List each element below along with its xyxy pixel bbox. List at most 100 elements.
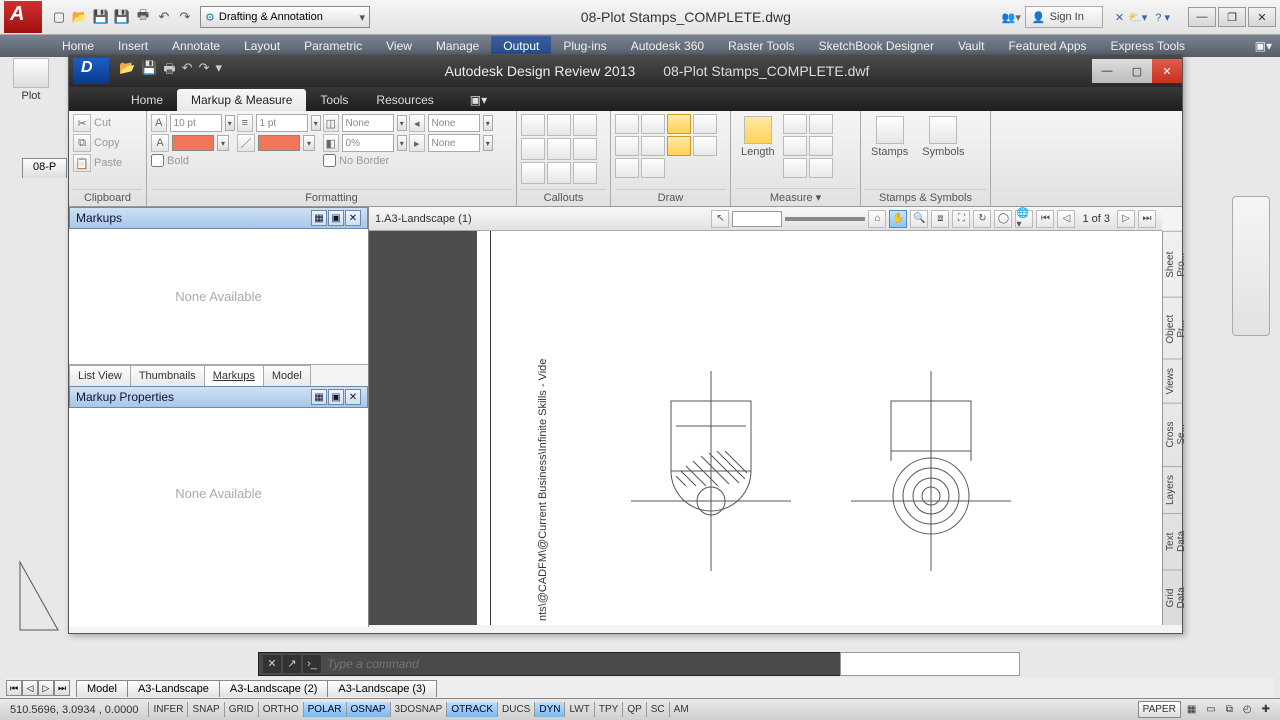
line-color-swatch[interactable] bbox=[258, 135, 300, 151]
saveas-icon[interactable]: 💾 bbox=[113, 8, 131, 26]
orbit-icon[interactable]: ◯ bbox=[994, 210, 1012, 228]
tab-sheet-props[interactable]: Sheet Pro... bbox=[1163, 231, 1182, 297]
toggle-sc[interactable]: SC bbox=[646, 702, 669, 717]
status-icon[interactable]: ▦ bbox=[1183, 702, 1200, 717]
help-icon[interactable]: ? ▾ bbox=[1155, 11, 1170, 24]
prev-page-icon[interactable]: ◁ bbox=[1057, 210, 1075, 228]
status-icon[interactable]: ◴ bbox=[1239, 702, 1256, 717]
tab-autodesk360[interactable]: Autodesk 360 bbox=[619, 36, 716, 56]
file-tab[interactable]: 08-P bbox=[22, 158, 67, 178]
status-icon[interactable]: ✚ bbox=[1258, 702, 1274, 717]
undo-icon[interactable]: ↶ bbox=[155, 8, 173, 26]
bold-checkbox[interactable] bbox=[151, 154, 164, 167]
stamps-button[interactable]: Stamps bbox=[865, 114, 914, 160]
app-logo[interactable] bbox=[4, 1, 42, 33]
cloud-icon[interactable]: ⛅▾ bbox=[1128, 11, 1147, 24]
tab-grid-data[interactable]: Grid Data bbox=[1163, 569, 1182, 625]
subtab-thumbnails[interactable]: Thumbnails bbox=[130, 365, 205, 386]
layout-next-icon[interactable]: ▷ bbox=[38, 680, 54, 696]
opacity-icon[interactable]: ◧ bbox=[323, 134, 339, 152]
tab-vault[interactable]: Vault bbox=[946, 36, 996, 56]
toggle-3dosnap[interactable]: 3DOSNAP bbox=[390, 702, 447, 717]
design-review-logo[interactable] bbox=[73, 58, 109, 84]
lineweight-combo[interactable]: 1 pt bbox=[256, 114, 308, 132]
redo-icon[interactable]: ↷ bbox=[176, 8, 194, 26]
toggle-otrack[interactable]: OTRACK bbox=[446, 702, 497, 717]
measure-tool[interactable] bbox=[809, 136, 833, 156]
arrow-end-icon[interactable]: ▸ bbox=[409, 134, 425, 152]
subtab-listview[interactable]: List View bbox=[69, 365, 131, 386]
search-icon[interactable]: 👥▾ bbox=[1002, 11, 1021, 24]
panel-opt-icon[interactable]: ▣ bbox=[328, 210, 344, 226]
last-page-icon[interactable]: ⏭ bbox=[1138, 210, 1156, 228]
restore-button[interactable]: ❐ bbox=[1218, 7, 1246, 27]
measure-tool[interactable] bbox=[809, 114, 833, 134]
print-icon[interactable]: 🖶 bbox=[134, 8, 152, 26]
toggle-osnap[interactable]: OSNAP bbox=[346, 702, 390, 717]
panel-close-icon[interactable]: ✕ bbox=[345, 389, 361, 405]
cmd-close-icon[interactable]: ✕ bbox=[263, 655, 281, 673]
copy-icon[interactable]: ⧉ bbox=[73, 134, 91, 152]
arrow-start-icon[interactable]: ◂ bbox=[409, 114, 425, 132]
cut-icon[interactable]: ✂ bbox=[73, 114, 91, 132]
linecolor-icon[interactable]: ／ bbox=[237, 134, 255, 152]
space-toggle[interactable]: PAPER bbox=[1138, 701, 1181, 718]
noborder-checkbox[interactable] bbox=[323, 154, 336, 167]
layout-tab-a3-2[interactable]: A3-Landscape (2) bbox=[219, 680, 328, 697]
fit-icon[interactable]: ⛶ bbox=[952, 210, 970, 228]
font-color-swatch[interactable] bbox=[172, 135, 214, 151]
new-icon[interactable]: ▢ bbox=[50, 8, 68, 26]
length-button[interactable]: Length bbox=[735, 114, 781, 160]
draw-highlight-tool[interactable] bbox=[667, 114, 691, 134]
symbols-button[interactable]: Symbols bbox=[916, 114, 970, 160]
fill-icon[interactable]: ◫ bbox=[323, 114, 339, 132]
toggle-qp[interactable]: QP bbox=[622, 702, 645, 717]
draw-arrow-tool[interactable] bbox=[615, 158, 639, 178]
tab-insert[interactable]: Insert bbox=[106, 36, 160, 56]
layout-tab-model[interactable]: Model bbox=[76, 680, 128, 697]
toggle-grid[interactable]: GRID bbox=[224, 702, 258, 717]
nav-bar[interactable] bbox=[1232, 196, 1270, 336]
pan-icon[interactable]: ✋ bbox=[889, 210, 907, 228]
dr-tab-tools[interactable]: Tools bbox=[306, 89, 362, 111]
callout-tool[interactable] bbox=[547, 114, 571, 136]
callout-tool[interactable] bbox=[573, 114, 597, 136]
arrowstart-combo[interactable]: None bbox=[428, 114, 480, 132]
callout-tool[interactable] bbox=[547, 162, 571, 184]
zoom-rect-icon[interactable]: ⧈ bbox=[931, 210, 949, 228]
layout-prev-icon[interactable]: ◁ bbox=[22, 680, 38, 696]
tab-text-data[interactable]: Text Data bbox=[1163, 513, 1182, 569]
callout-tool[interactable] bbox=[573, 138, 597, 160]
fill-combo[interactable]: None bbox=[342, 114, 394, 132]
toggle-lwt[interactable]: LWT bbox=[564, 702, 593, 717]
tab-home[interactable]: Home bbox=[50, 36, 106, 56]
toggle-polar[interactable]: POLAR bbox=[303, 702, 346, 717]
chevron-down-icon[interactable]: ▾ bbox=[483, 115, 493, 131]
measure-tool[interactable] bbox=[783, 158, 807, 178]
tab-sketchbook[interactable]: SketchBook Designer bbox=[807, 36, 946, 56]
draw-cloud-tool[interactable] bbox=[693, 114, 717, 134]
measure-tool[interactable] bbox=[783, 136, 807, 156]
dr-open-icon[interactable]: 📂 bbox=[119, 60, 135, 82]
draw-rect-tool[interactable] bbox=[641, 114, 665, 134]
opacity-combo[interactable]: 0% bbox=[342, 134, 394, 152]
chevron-down-icon[interactable]: ▾ bbox=[225, 115, 235, 131]
toggle-infer[interactable]: INFER bbox=[148, 702, 187, 717]
chevron-down-icon[interactable]: ▾ bbox=[311, 115, 321, 131]
fontsize-combo[interactable]: 10 pt bbox=[170, 114, 222, 132]
workspace-dropdown[interactable]: ⚙ Drafting & Annotation ▾ bbox=[200, 6, 370, 28]
dr-maximize-button[interactable]: ▢ bbox=[1122, 59, 1152, 83]
toggle-ortho[interactable]: ORTHO bbox=[258, 702, 303, 717]
lineweight-icon[interactable]: ≡ bbox=[237, 114, 253, 132]
minimize-button[interactable]: — bbox=[1188, 7, 1216, 27]
next-page-icon[interactable]: ▷ bbox=[1117, 210, 1135, 228]
toggle-tpy[interactable]: TPY bbox=[594, 702, 622, 717]
tab-raster[interactable]: Raster Tools bbox=[716, 36, 806, 56]
panel-opt-icon[interactable]: ▣ bbox=[328, 389, 344, 405]
callout-tool[interactable] bbox=[521, 114, 545, 136]
toggle-ducs[interactable]: DUCS bbox=[497, 702, 534, 717]
callout-tool[interactable] bbox=[521, 162, 545, 184]
tab-annotate[interactable]: Annotate bbox=[160, 36, 232, 56]
dr-tab-markup[interactable]: Markup & Measure bbox=[177, 89, 306, 111]
save-icon[interactable]: 💾 bbox=[92, 8, 110, 26]
